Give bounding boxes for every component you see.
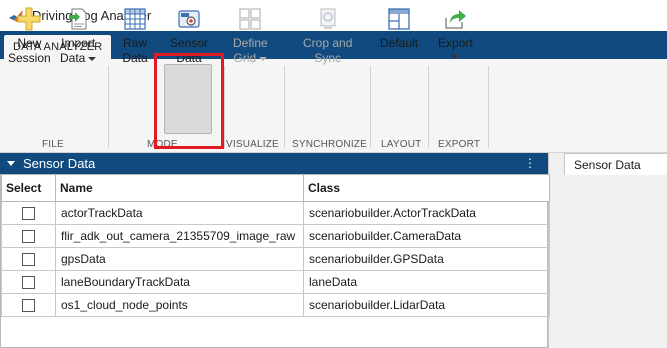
crop-and-sync-label-2: Sync (314, 51, 342, 65)
group-label-synchronize: SYNCHRONIZE (292, 139, 367, 150)
select-cell (1, 247, 56, 271)
plus-icon (17, 7, 41, 31)
table-row[interactable]: actorTrackData scenariobuilder.ActorTrac… (1, 201, 550, 225)
table-row[interactable]: flir_adk_out_camera_21355709_image_raw s… (1, 224, 550, 248)
define-grid-label-2: Grid (233, 51, 257, 65)
chevron-down-icon (451, 55, 460, 59)
name-cell: actorTrackData (55, 201, 304, 225)
select-cell (1, 201, 56, 225)
layout-icon (388, 8, 410, 30)
class-cell: scenariobuilder.ActorTrackData (303, 201, 550, 225)
chevron-down-icon (259, 56, 268, 61)
row-checkbox[interactable] (22, 275, 35, 289)
class-cell: scenariobuilder.CameraData (303, 224, 550, 248)
row-checkbox[interactable] (22, 229, 35, 243)
right-panel-area (548, 153, 667, 348)
import-data-label-1: Import (61, 36, 96, 50)
row-checkbox[interactable] (22, 206, 35, 220)
table-header-row: Select Name Class (1, 174, 550, 202)
raw-data-button[interactable]: Raw Data (122, 6, 148, 66)
row-checkbox[interactable] (22, 298, 35, 312)
import-data-button[interactable]: Import Data (60, 6, 97, 66)
grid-table-icon (124, 8, 146, 30)
class-cell: scenariobuilder.GPSData (303, 247, 550, 271)
table: Select Name Class actorTrackData scenari… (1, 174, 550, 317)
column-header-select[interactable]: Select (1, 174, 56, 202)
new-session-label-1: New (17, 36, 42, 50)
group-label-export: EXPORT (438, 139, 481, 150)
default-layout-label: Default (380, 36, 419, 50)
group-separator (428, 66, 429, 148)
define-grid-label-2-wrap: Grid (234, 51, 268, 66)
define-grid-label-1: Define (233, 36, 268, 50)
default-layout-button[interactable]: Default (380, 6, 418, 51)
sensor-data-panel-header: Sensor Data ⋮ (0, 153, 548, 174)
crop-sync-icon (320, 8, 336, 29)
table-row[interactable]: gpsData scenariobuilder.GPSData (1, 247, 550, 271)
raw-data-label-1: Raw (122, 36, 147, 50)
define-grid-button[interactable]: Define Grid (233, 6, 268, 66)
column-header-class[interactable]: Class (303, 174, 550, 202)
select-cell (1, 270, 56, 294)
class-cell: scenariobuilder.LidarData (303, 293, 550, 317)
class-cell: laneData (303, 270, 550, 294)
chevron-down-icon (88, 56, 97, 61)
new-session-label-2: Session (8, 51, 51, 65)
name-cell: laneBoundaryTrackData (55, 270, 304, 294)
group-separator (108, 66, 109, 148)
panel-title: Sensor Data (23, 156, 96, 171)
group-separator (370, 66, 371, 148)
export-label: Export (438, 36, 473, 50)
select-cell (1, 224, 56, 248)
select-cell (1, 293, 56, 317)
collapse-triangle-icon[interactable] (7, 161, 15, 166)
group-label-visualize: VISUALIZE (226, 139, 279, 150)
row-checkbox[interactable] (22, 252, 35, 266)
import-data-label-2-wrap: Data (60, 51, 97, 66)
name-cell: flir_adk_out_camera_21355709_image_raw (55, 224, 304, 248)
crop-and-sync-label-1: Crop and (303, 36, 353, 50)
crop-and-sync-button[interactable]: Crop and Sync (303, 6, 352, 66)
group-label-layout: LAYOUT (381, 139, 422, 150)
panel-menu-icon[interactable]: ⋮ (524, 156, 536, 170)
name-cell: os1_cloud_node_points (55, 293, 304, 317)
new-session-button[interactable]: New Session (8, 6, 51, 66)
table-row[interactable]: os1_cloud_node_points scenariobuilder.Li… (1, 293, 550, 317)
group-separator (224, 66, 225, 148)
table-row[interactable]: laneBoundaryTrackData laneData (1, 270, 550, 294)
tab-sensor-data-view[interactable]: Sensor Data (564, 153, 667, 175)
group-label-file: FILE (42, 139, 64, 150)
column-header-name[interactable]: Name (55, 174, 304, 202)
import-icon (69, 8, 87, 30)
export-icon (445, 10, 467, 29)
grid-2x2-icon (239, 8, 261, 30)
raw-data-label-2: Data (122, 51, 148, 65)
import-data-label-2: Data (60, 51, 86, 65)
group-separator (488, 66, 489, 148)
export-button[interactable]: Export (438, 6, 473, 59)
sensor-data-table: Select Name Class actorTrackData scenari… (0, 174, 550, 348)
sensor-data-label-1: Sensor (170, 36, 209, 50)
sensor-camera-icon (178, 10, 200, 28)
highlight-annotation (154, 53, 224, 149)
name-cell: gpsData (55, 247, 304, 271)
group-separator (284, 66, 285, 148)
